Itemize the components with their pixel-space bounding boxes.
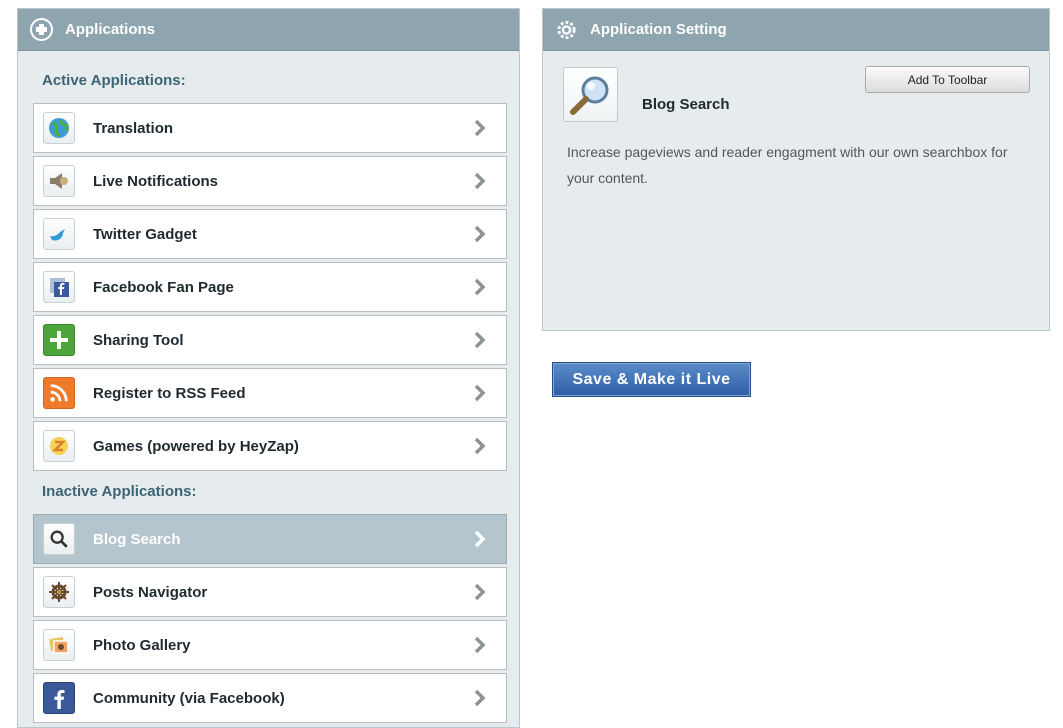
app-item-live-notifications[interactable]: Live Notifications [33,156,507,206]
chevron-right-icon [474,530,486,548]
app-item-twitter-gadget[interactable]: Twitter Gadget [33,209,507,259]
twitter-bird-icon [43,218,75,250]
app-item-blog-search[interactable]: Blog Search [33,514,507,564]
ship-wheel-icon [43,576,75,608]
app-description: Increase pageviews and reader engagment … [567,144,1008,186]
app-label: Photo Gallery [93,636,191,654]
facebook-icon [43,682,75,714]
applications-title: Applications [65,21,156,38]
chevron-right-icon [474,172,486,190]
chevron-right-icon [474,119,486,137]
app-item-photo-gallery[interactable]: Photo Gallery [33,620,507,670]
app-label: Blog Search [93,530,181,548]
app-label: Posts Navigator [93,583,208,601]
magnifier-icon [563,67,618,122]
application-setting-panel: Application Setting Blog Search Add To T… [542,8,1050,331]
active-applications-title: Active Applications: [42,72,186,89]
search-icon [43,523,75,555]
application-setting-title: Application Setting [590,21,727,38]
app-item-posts-navigator[interactable]: Posts Navigator [33,567,507,617]
gear-icon [555,18,578,41]
app-item-games-heyzap[interactable]: Games (powered by HeyZap) [33,421,507,471]
chevron-right-icon [474,583,486,601]
chevron-right-icon [474,331,486,349]
puzzle-icon [30,18,53,41]
app-label: Register to RSS Feed [93,384,246,402]
heyzap-icon [43,430,75,462]
app-label: Twitter Gadget [93,225,197,243]
speaker-icon [43,165,75,197]
chevron-right-icon [474,636,486,654]
app-label: Community (via Facebook) [93,689,285,707]
app-item-sharing-tool[interactable]: Sharing Tool [33,315,507,365]
inactive-applications-title: Inactive Applications: [42,483,197,500]
chevron-right-icon [474,384,486,402]
app-item-translation[interactable]: Translation [33,103,507,153]
add-to-toolbar-button[interactable]: Add To Toolbar [865,66,1030,93]
chevron-right-icon [474,437,486,455]
applications-header: Applications [18,9,519,51]
globe-icon [43,112,75,144]
plus-icon [43,324,75,356]
app-item-community-facebook[interactable]: Community (via Facebook) [33,673,507,723]
app-label: Live Notifications [93,172,219,190]
selected-app-name: Blog Search [642,96,730,113]
applications-panel: Applications Active Applications: Transl… [17,8,520,728]
chevron-right-icon [474,225,486,243]
app-label: Games (powered by HeyZap) [93,437,299,455]
chevron-right-icon [474,278,486,296]
photo-icon [43,629,75,661]
save-make-live-button[interactable]: Save & Make it Live [552,362,751,397]
app-label: Facebook Fan Page [93,278,234,296]
app-item-rss-feed[interactable]: Register to RSS Feed [33,368,507,418]
application-setting-header: Application Setting [543,9,1049,51]
app-label: Translation [93,119,174,137]
rss-icon [43,377,75,409]
chevron-right-icon [474,689,486,707]
facebook-page-icon [43,271,75,303]
app-item-facebook-fan-page[interactable]: Facebook Fan Page [33,262,507,312]
app-label: Sharing Tool [93,331,184,349]
